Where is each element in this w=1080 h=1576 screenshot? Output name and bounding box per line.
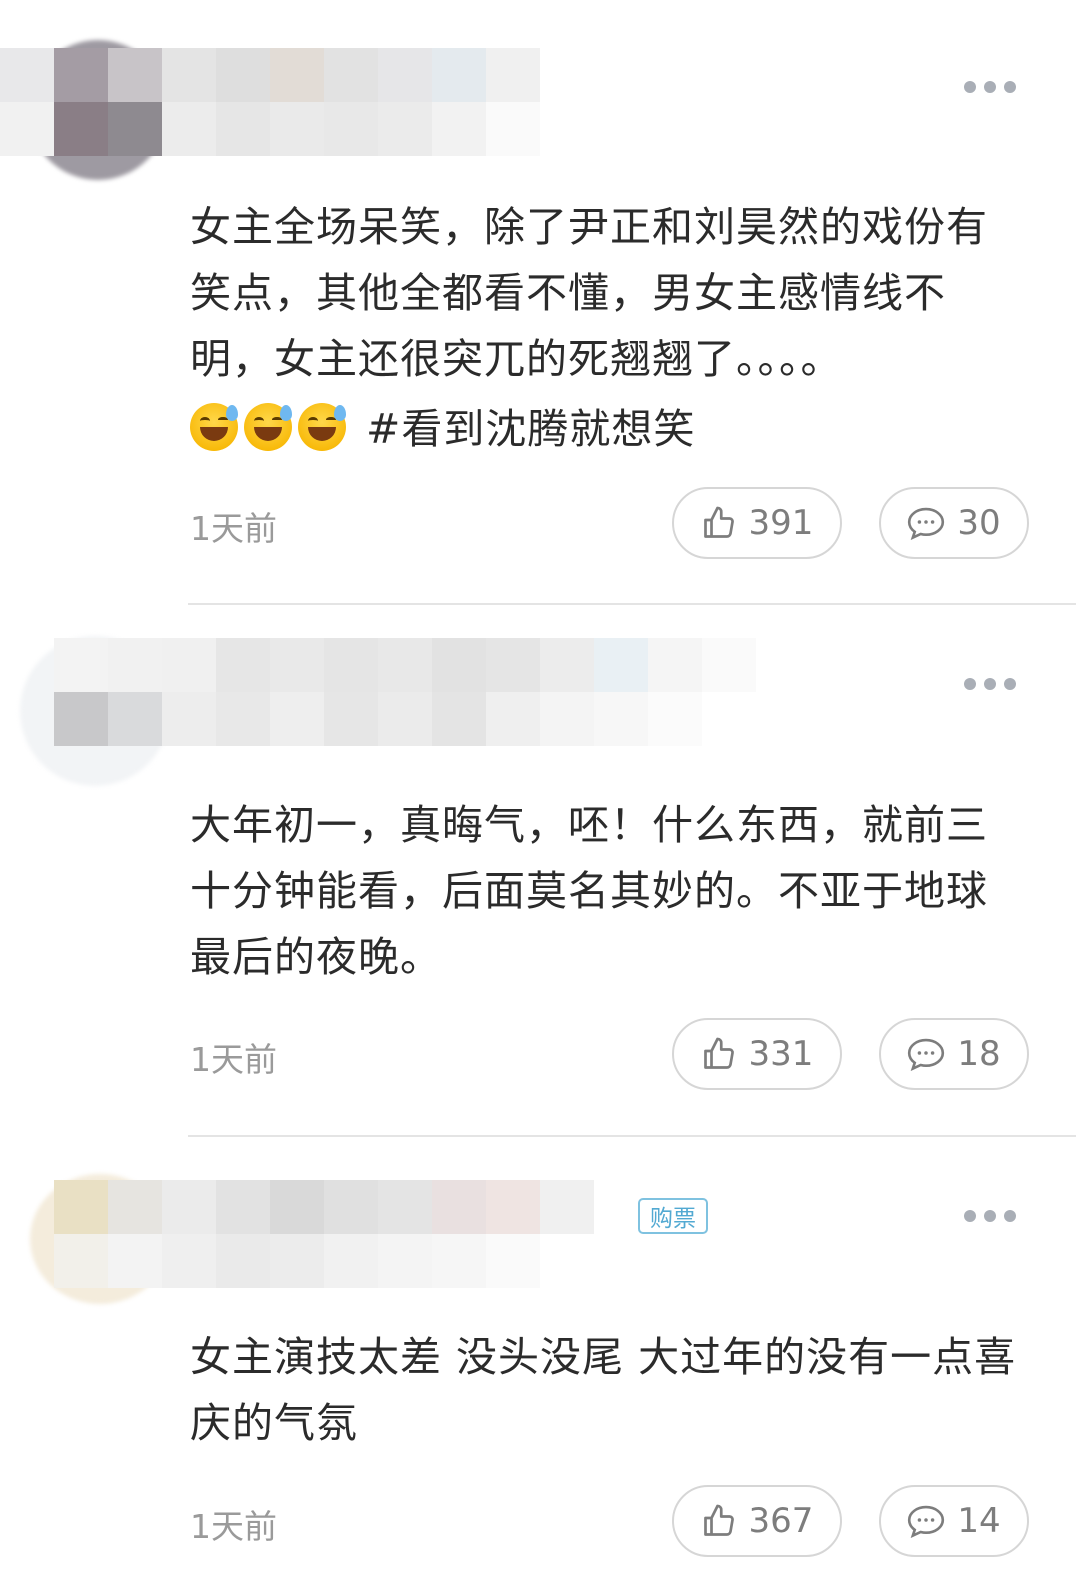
- hashtag-link[interactable]: #看到沈腾就想笑: [366, 405, 695, 453]
- reply-count: 14: [957, 1501, 1001, 1541]
- comment-time: 1天前: [190, 509, 277, 548]
- reply-count: 30: [957, 503, 1001, 543]
- thumbs-up-icon: [703, 1037, 734, 1069]
- more-options-button[interactable]: [964, 78, 1016, 96]
- more-options-button[interactable]: [964, 1207, 1016, 1225]
- more-dots-icon: [964, 81, 976, 93]
- reply-button[interactable]: 30: [879, 487, 1029, 559]
- more-options-button[interactable]: [964, 675, 1016, 693]
- username-redacted[interactable]: [0, 48, 540, 156]
- comment-text: 大年初一，真晦气，呸！什么东西，就前三十分钟能看，后面莫名其妙的。不亚于地球最后…: [190, 801, 988, 981]
- divider: [188, 603, 1076, 605]
- comment-text: 女主全场呆笑，除了尹正和刘昊然的戏份有笑点，其他全都看不懂，男女主感情线不明，女…: [190, 203, 988, 453]
- comment-item: 大年初一，真晦气，呸！什么东西，就前三十分钟能看，后面莫名其妙的。不亚于地球最后…: [0, 606, 1080, 1138]
- reply-button[interactable]: 14: [879, 1485, 1029, 1557]
- reply-button[interactable]: 18: [879, 1018, 1029, 1090]
- like-count: 391: [748, 503, 814, 543]
- grinning-sweat-emoji: [244, 403, 292, 451]
- comment-item: 购票 女主演技太差 没头没尾 大过年的没有一点喜庆的气氛 1天前 367 14: [0, 1138, 1080, 1576]
- username-redacted[interactable]: [54, 638, 756, 746]
- username-redacted[interactable]: [54, 1180, 648, 1288]
- like-count: 367: [748, 1501, 814, 1541]
- like-button[interactable]: 391: [672, 487, 842, 559]
- grinning-sweat-emoji: [298, 403, 346, 451]
- more-dots-icon: [964, 1210, 976, 1222]
- comment-text: 女主演技太差 没头没尾 大过年的没有一点喜庆的气氛: [190, 1333, 1017, 1447]
- comment-bubble-icon: [908, 1505, 945, 1538]
- like-button[interactable]: 331: [672, 1018, 842, 1090]
- thumbs-up-icon: [703, 506, 734, 538]
- comment-item: 女主全场呆笑，除了尹正和刘昊然的戏份有笑点，其他全都看不懂，男女主感情线不明，女…: [0, 0, 1080, 606]
- ticket-badge: 购票: [638, 1198, 708, 1234]
- divider: [188, 1135, 1076, 1137]
- like-button[interactable]: 367: [672, 1485, 842, 1557]
- thumbs-up-icon: [703, 1504, 734, 1536]
- grinning-sweat-emoji: [190, 403, 238, 451]
- reply-count: 18: [957, 1034, 1001, 1074]
- comment-bubble-icon: [908, 507, 945, 540]
- comment-time: 1天前: [190, 1507, 277, 1546]
- comment-time: 1天前: [190, 1040, 277, 1079]
- like-count: 331: [748, 1034, 814, 1074]
- more-dots-icon: [964, 678, 976, 690]
- comment-bubble-icon: [908, 1038, 945, 1071]
